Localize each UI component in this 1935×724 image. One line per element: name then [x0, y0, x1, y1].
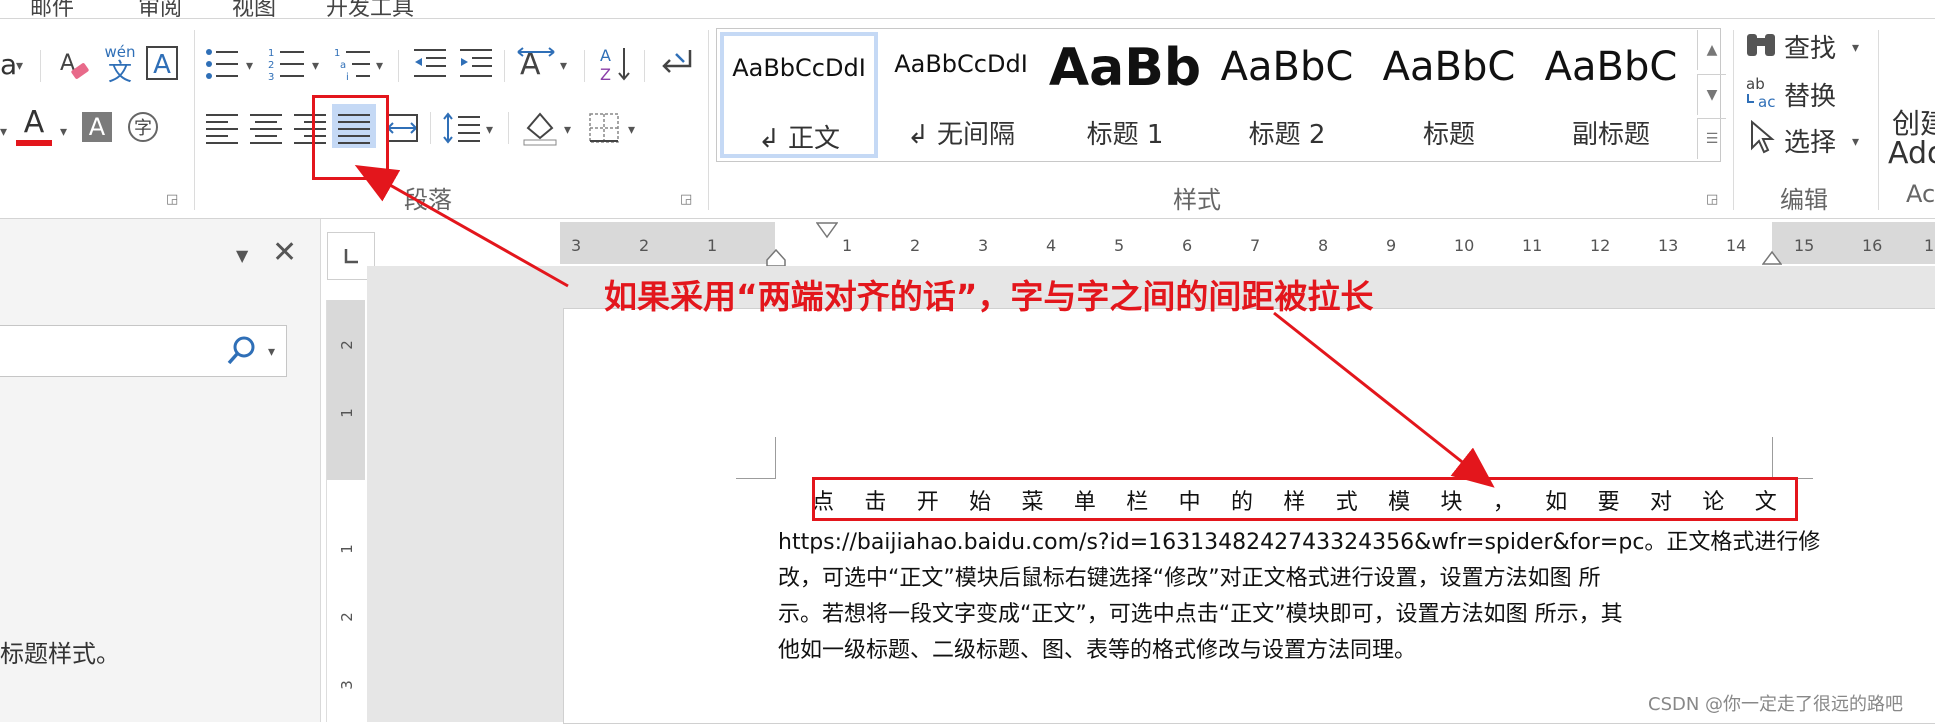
annotation-arrows — [354, 165, 1495, 488]
watermark: CSDN @你一定走了很远的路吧 — [1648, 694, 1904, 715]
arrow-to-justify — [354, 165, 569, 288]
arrow-to-text — [1273, 311, 1495, 488]
